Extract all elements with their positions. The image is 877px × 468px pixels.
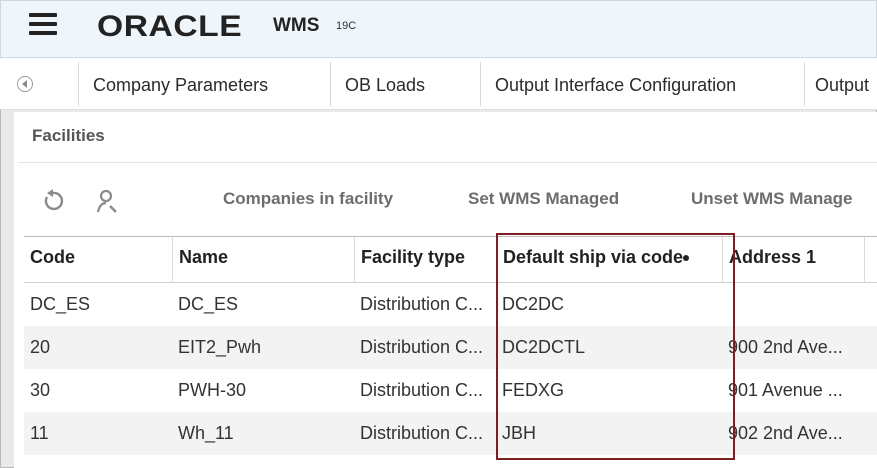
cell-address bbox=[722, 283, 877, 326]
tab-ob-loads[interactable]: OB Loads bbox=[330, 62, 480, 106]
tab-scroll-back-icon[interactable] bbox=[8, 70, 46, 100]
cell-name: PWH-30 bbox=[178, 380, 247, 400]
app-header: ORACLE WMS 19C bbox=[0, 0, 877, 58]
column-header-label: Default ship via code bbox=[503, 247, 684, 267]
unset-wms-managed-button[interactable]: Unset WMS Manage bbox=[691, 189, 853, 209]
column-header-overflow bbox=[864, 237, 877, 282]
table-row[interactable]: 30 PWH-30 Distribution C... FEDXG 901 Av… bbox=[24, 369, 877, 412]
tab-output[interactable]: Output bbox=[804, 62, 877, 106]
cell-facility-type: Distribution C... bbox=[360, 294, 484, 314]
cell-code: 20 bbox=[30, 337, 51, 357]
column-header-name[interactable]: Name bbox=[172, 237, 354, 282]
cell-facility-type: Distribution C... bbox=[360, 423, 484, 443]
tab-output-interface-configuration[interactable]: Output Interface Configuration bbox=[480, 62, 804, 106]
refresh-icon[interactable] bbox=[40, 188, 66, 214]
app-name: WMS bbox=[273, 15, 320, 36]
cell-address: 902 2nd Ave... bbox=[728, 423, 843, 443]
hamburger-menu-icon[interactable] bbox=[29, 13, 57, 35]
facilities-table: Code Name Facility type Default ship via… bbox=[24, 236, 877, 468]
page-title: Facilities bbox=[32, 126, 105, 145]
set-wms-managed-button[interactable]: Set WMS Managed bbox=[468, 189, 619, 209]
table-header-row: Code Name Facility type Default ship via… bbox=[24, 236, 877, 283]
cell-facility-type: Distribution C... bbox=[360, 337, 484, 357]
cell-address: 901 Avenue ... bbox=[728, 380, 843, 400]
cell-ship-via: JBH bbox=[502, 423, 537, 443]
cell-name: Wh_11 bbox=[178, 423, 234, 443]
table-row[interactable]: 20 EIT2_Pwh Distribution C... DC2DCTL 90… bbox=[24, 326, 877, 369]
cell-ship-via: FEDXG bbox=[502, 380, 565, 400]
column-header-code[interactable]: Code bbox=[24, 237, 172, 282]
divider bbox=[18, 162, 877, 163]
tabs-bar: Company Parameters OB Loads Output Inter… bbox=[0, 58, 877, 110]
cell-code: DC_ES bbox=[30, 294, 91, 314]
sort-indicator-icon bbox=[683, 255, 690, 262]
cell-address: 900 2nd Ave... bbox=[728, 337, 843, 357]
table-row[interactable]: 11 Wh_11 Distribution C... JBH 902 2nd A… bbox=[24, 412, 877, 455]
table-row[interactable]: DC_ES DC_ES Distribution C... DC2DC bbox=[24, 283, 877, 326]
cell-facility-type: Distribution C... bbox=[360, 380, 484, 400]
user-search-icon[interactable] bbox=[94, 188, 120, 214]
column-header-default-ship-via-code[interactable]: Default ship via code bbox=[496, 237, 722, 282]
tab-company-parameters[interactable]: Company Parameters bbox=[78, 62, 330, 106]
column-header-address-1[interactable]: Address 1 bbox=[722, 237, 864, 282]
cell-code: 30 bbox=[30, 380, 51, 400]
app-version: 19C bbox=[336, 20, 357, 32]
cell-code: 11 bbox=[30, 423, 49, 443]
companies-in-facility-button[interactable]: Companies in facility bbox=[223, 189, 393, 209]
cell-name: DC_ES bbox=[178, 294, 239, 314]
column-header-facility-type[interactable]: Facility type bbox=[354, 237, 496, 282]
oracle-logo: ORACLE bbox=[97, 10, 243, 43]
cell-ship-via: DC2DCTL bbox=[502, 337, 586, 357]
cell-ship-via: DC2DC bbox=[502, 294, 565, 314]
cell-name: EIT2_Pwh bbox=[178, 337, 262, 357]
